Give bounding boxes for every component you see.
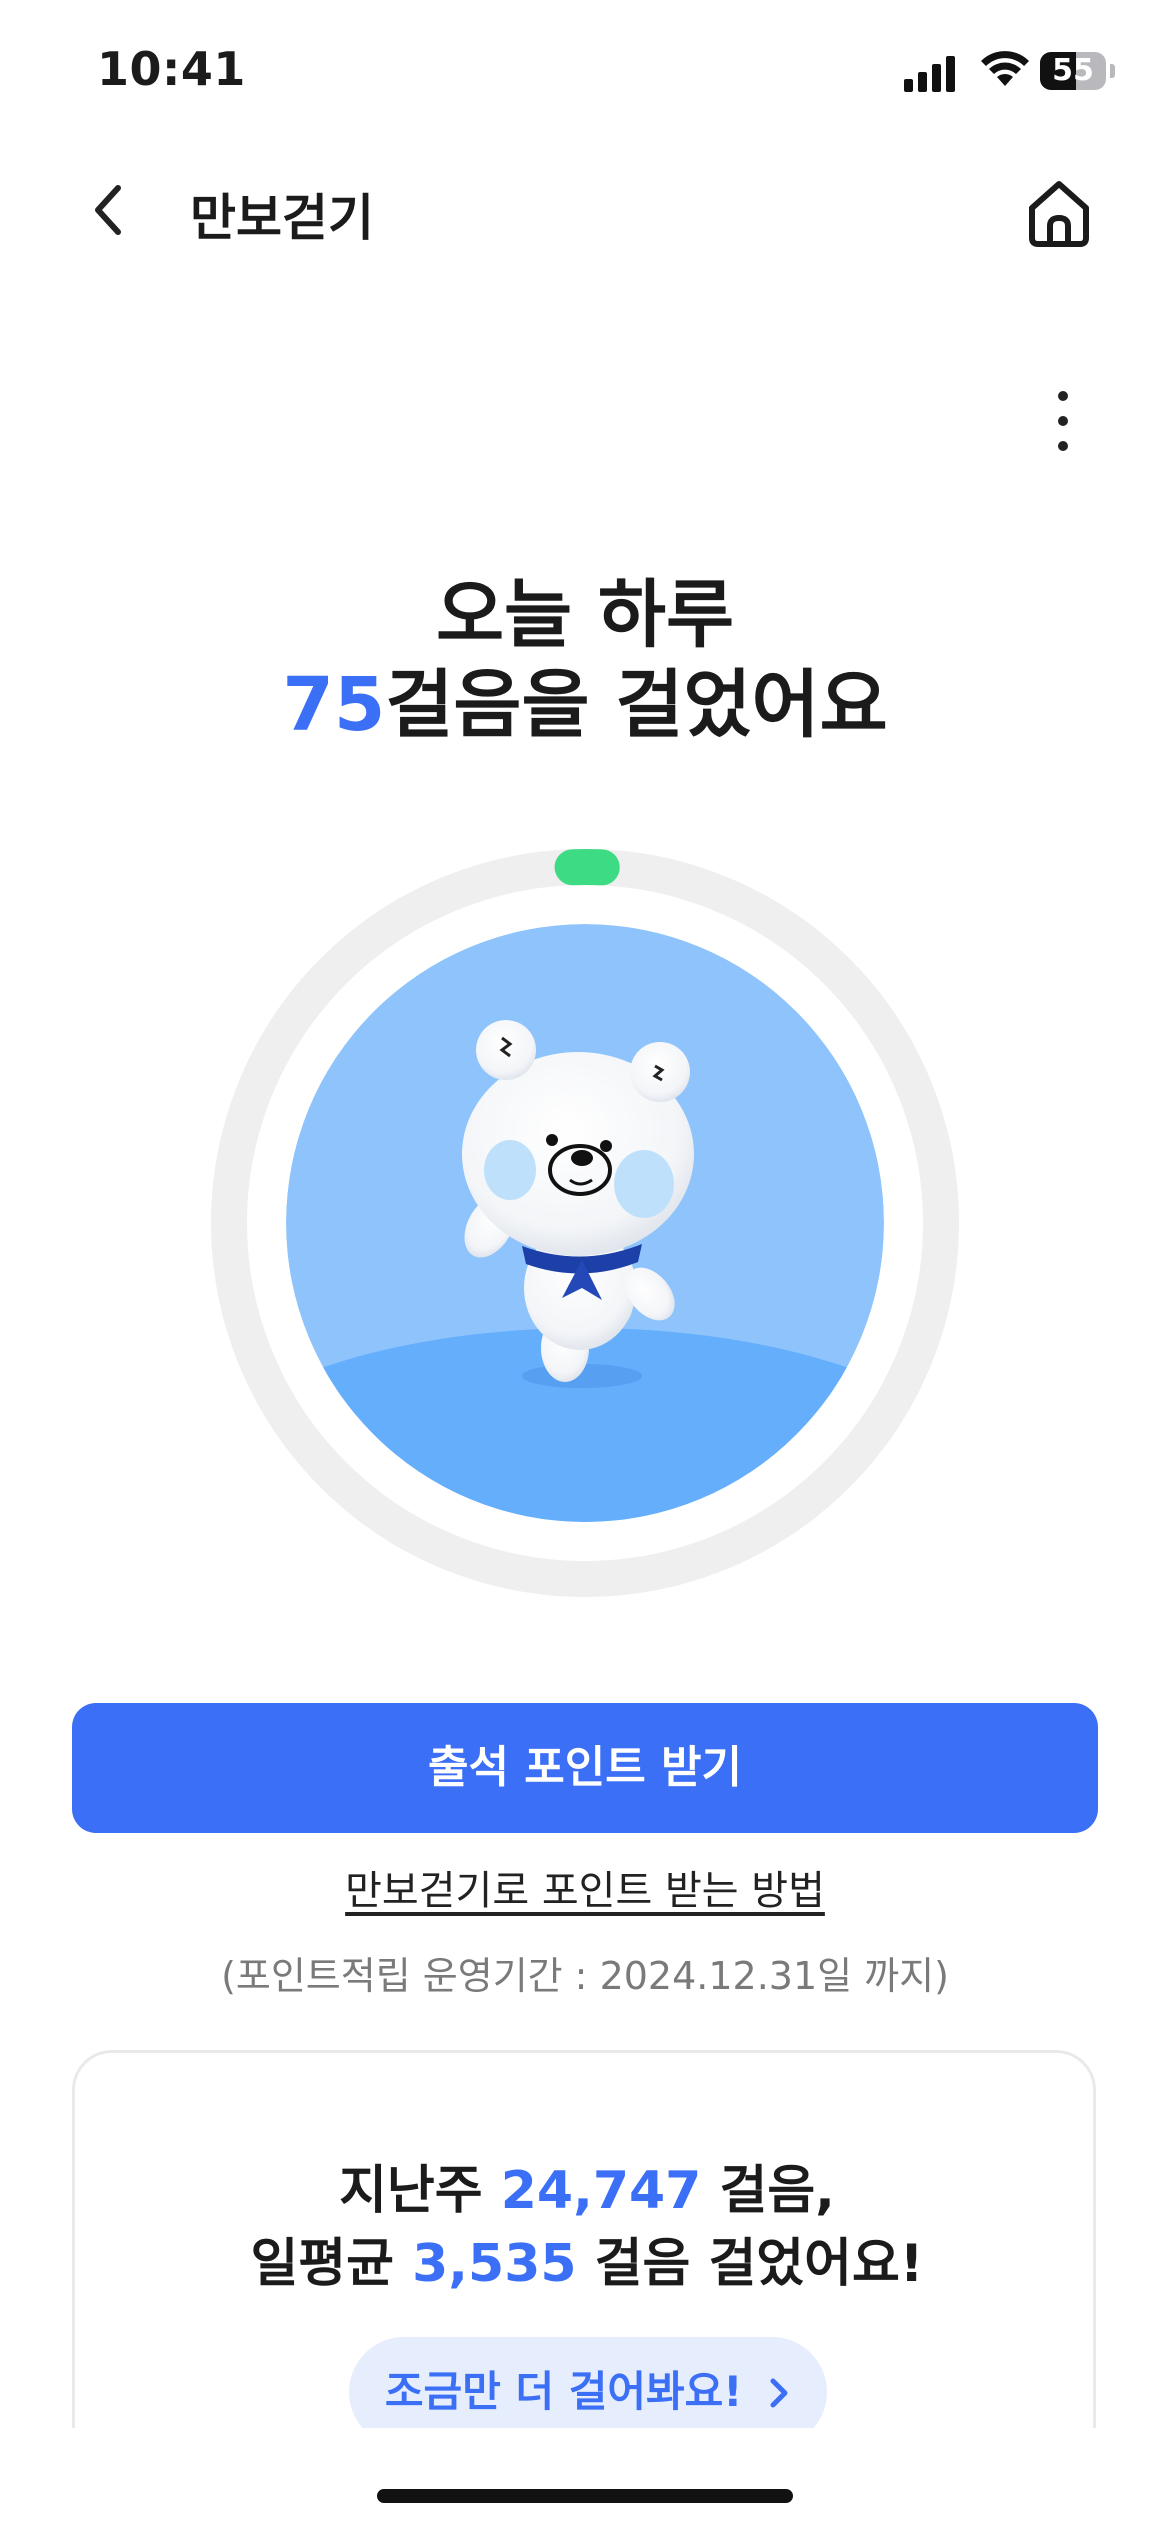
how-to-earn-points-text[interactable]: 만보걷기로 포인트 받는 방법 — [345, 1868, 825, 1914]
weekly-total-steps: 24,747 — [500, 2161, 702, 2221]
bottom-safe-area — [0, 2428, 1170, 2532]
more-vertical-icon[interactable] — [1040, 386, 1086, 456]
points-period-note: (포인트적립 운영기간 : 2024.12.31일 까지) — [221, 1954, 949, 1998]
battery-cap — [1110, 64, 1115, 78]
step-progress-ring — [211, 849, 959, 1597]
weekly-total-line: 지난주 24,747 걸음, — [75, 2148, 1099, 2223]
headline-line1: 오늘 하루 — [435, 572, 735, 658]
daily-average-suffix: 걸음 걸었어요! — [576, 2234, 924, 2294]
battery-level: 55 — [1052, 53, 1094, 88]
walk-more-label[interactable]: 조금만 더 걸어봐요! — [385, 2367, 743, 2416]
app-header: 만보걷기 — [0, 160, 1170, 260]
chevron-right-icon — [770, 2378, 788, 2408]
weekly-total-suffix: 걸음, — [701, 2161, 835, 2221]
daily-average-line: 일평균 3,535 걸음 걸었어요! — [75, 2221, 1099, 2296]
bear-illustration — [286, 924, 884, 1522]
weekly-total-prefix: 지난주 — [339, 2161, 501, 2221]
pedometer-screen: 10:41 55 만보걷기 오늘 하루 75걸음을 걸었어요 출석 포인트 받기… — [0, 0, 1170, 2532]
home-indicator[interactable] — [377, 2489, 793, 2503]
attendance-points-button[interactable]: 출석 포인트 받기 — [72, 1703, 1098, 1833]
headline-line2-suffix: 걸음을 걸었어요 — [385, 662, 888, 748]
today-steps-headline: 오늘 하루 75걸음을 걸었어요 — [0, 570, 1170, 750]
wifi-icon — [981, 51, 1029, 86]
home-icon[interactable] — [1022, 176, 1096, 250]
how-to-earn-points-link[interactable]: 만보걷기로 포인트 받는 방법 — [0, 1858, 1170, 1916]
chevron-left-icon[interactable] — [82, 182, 138, 238]
status-bar: 10:41 55 — [0, 0, 1170, 150]
daily-average-steps: 3,535 — [412, 2234, 577, 2294]
today-step-count: 75 — [282, 662, 386, 748]
battery-icon: 55 — [1040, 52, 1106, 90]
status-time: 10:41 — [97, 42, 246, 96]
cellular-signal-icon — [904, 52, 956, 92]
page-title: 만보걷기 — [190, 189, 374, 247]
daily-average-prefix: 일평균 — [250, 2234, 413, 2294]
headline-line2: 75걸음을 걸었어요 — [0, 660, 1170, 750]
